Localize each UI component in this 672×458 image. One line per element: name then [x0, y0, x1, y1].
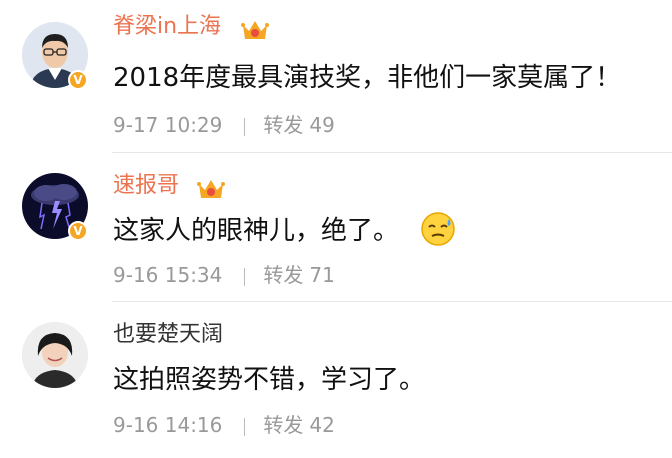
- timestamp: 9-16 15:34: [113, 263, 223, 287]
- divider: [244, 267, 246, 286]
- forward-count: 71: [309, 263, 335, 287]
- comment-meta: 9-17 10:29 转发 49: [113, 113, 335, 137]
- verified-badge-icon: V: [68, 70, 88, 90]
- comment-meta: 9-16 15:34 转发 71: [113, 263, 335, 287]
- cold-sweat-emoji-icon: [421, 212, 455, 246]
- comment-item: 也要楚天阔 这拍照姿势不错，学习了。 9-16 14:16 转发 42: [0, 302, 672, 458]
- crown-icon: [241, 21, 269, 39]
- forward-count: 49: [309, 113, 335, 137]
- crown-icon: [197, 180, 225, 198]
- username[interactable]: 脊梁in上海: [113, 14, 221, 40]
- comment-text: 2018年度最具演技奖，非他们一家莫属了！: [113, 63, 622, 93]
- forward-count: 42: [309, 413, 335, 437]
- avatar[interactable]: [22, 322, 88, 388]
- username[interactable]: 速报哥: [113, 173, 179, 199]
- comment-item: V 脊梁in上海 2018年度最具演技奖，非他们一家莫属了！ 9-17 10:2…: [0, 0, 672, 152]
- comment-item: V 速报哥 这家人的眼神儿，绝了。 9-16 15:34 转发 71: [0, 153, 672, 301]
- comment-text: 这拍照姿势不错，学习了。: [113, 365, 426, 395]
- verified-badge-icon: V: [68, 221, 88, 241]
- comment-meta: 9-16 14:16 转发 42: [113, 413, 335, 437]
- timestamp: 9-16 14:16: [113, 413, 223, 437]
- timestamp: 9-17 10:29: [113, 113, 223, 137]
- username[interactable]: 也要楚天阔: [113, 322, 223, 348]
- forward-button[interactable]: 转发: [263, 263, 303, 287]
- forward-button[interactable]: 转发: [263, 413, 303, 437]
- divider: [244, 417, 246, 436]
- divider: [244, 117, 246, 136]
- forward-button[interactable]: 转发: [263, 113, 303, 137]
- comment-text: 这家人的眼神儿，绝了。: [113, 216, 400, 246]
